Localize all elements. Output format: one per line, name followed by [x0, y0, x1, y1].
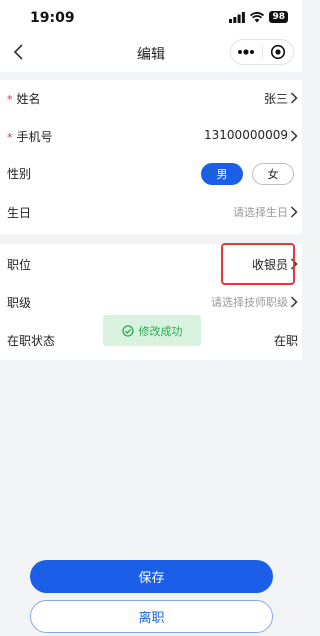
edit-employee-screen: 19:09 98 编辑 * 姓名 张三 * 手机号 13100000009 性别… [0, 0, 302, 636]
success-toast: 修改成功 [103, 315, 201, 346]
name-label: 姓名 [16, 92, 41, 106]
resign-button[interactable]: 离职 [30, 600, 273, 633]
close-mini-program-button[interactable] [263, 40, 294, 64]
battery-indicator: 98 [269, 11, 288, 23]
target-circle-icon [270, 44, 285, 60]
phone-value: 13100000009 [204, 128, 288, 142]
phone-label-wrap: * 手机号 [7, 128, 53, 145]
nav-bar: 编辑 [0, 34, 302, 72]
gender-female-option[interactable]: 女 [252, 163, 294, 185]
gender-row: 性别 男 女 [0, 156, 302, 194]
save-button[interactable]: 保存 [30, 560, 273, 593]
position-highlight-box [221, 243, 295, 285]
phone-label: 手机号 [16, 130, 53, 144]
more-dots-icon [238, 49, 255, 55]
more-button[interactable] [231, 40, 262, 64]
chevron-right-icon [290, 92, 298, 104]
signal-icon [229, 11, 246, 23]
required-mark: * [7, 131, 13, 144]
name-label-wrap: * 姓名 [7, 90, 41, 107]
status-icons: 98 [229, 11, 288, 23]
birthday-label: 生日 [7, 206, 32, 220]
name-value: 张三 [263, 92, 288, 106]
toast-text: 修改成功 [138, 324, 183, 338]
wifi-icon [250, 11, 265, 22]
position-label: 职位 [7, 258, 32, 272]
birthday-placeholder: 请选择生日 [233, 206, 288, 219]
level-label: 职级 [7, 296, 32, 310]
level-placeholder: 请选择技师职级 [211, 296, 288, 309]
gender-label: 性别 [7, 167, 32, 181]
employment-status-value: 在职 [273, 334, 298, 348]
employment-status-label: 在职状态 [7, 334, 56, 348]
chevron-right-icon [290, 296, 298, 308]
mini-program-capsule [230, 39, 294, 65]
required-mark: * [7, 93, 13, 106]
phone-row[interactable]: * 手机号 13100000009 [0, 118, 302, 156]
name-row[interactable]: * 姓名 张三 [0, 80, 302, 118]
check-circle-icon [121, 324, 134, 337]
chevron-right-icon [290, 130, 298, 142]
chevron-right-icon [290, 206, 298, 218]
status-bar: 19:09 98 [0, 0, 302, 34]
basic-info-section: * 姓名 张三 * 手机号 13100000009 性别 男 女 生日 请选择生日 [0, 80, 302, 234]
gender-male-option[interactable]: 男 [201, 163, 243, 185]
status-time: 19:09 [30, 10, 75, 26]
birthday-row[interactable]: 生日 请选择生日 [0, 194, 302, 232]
